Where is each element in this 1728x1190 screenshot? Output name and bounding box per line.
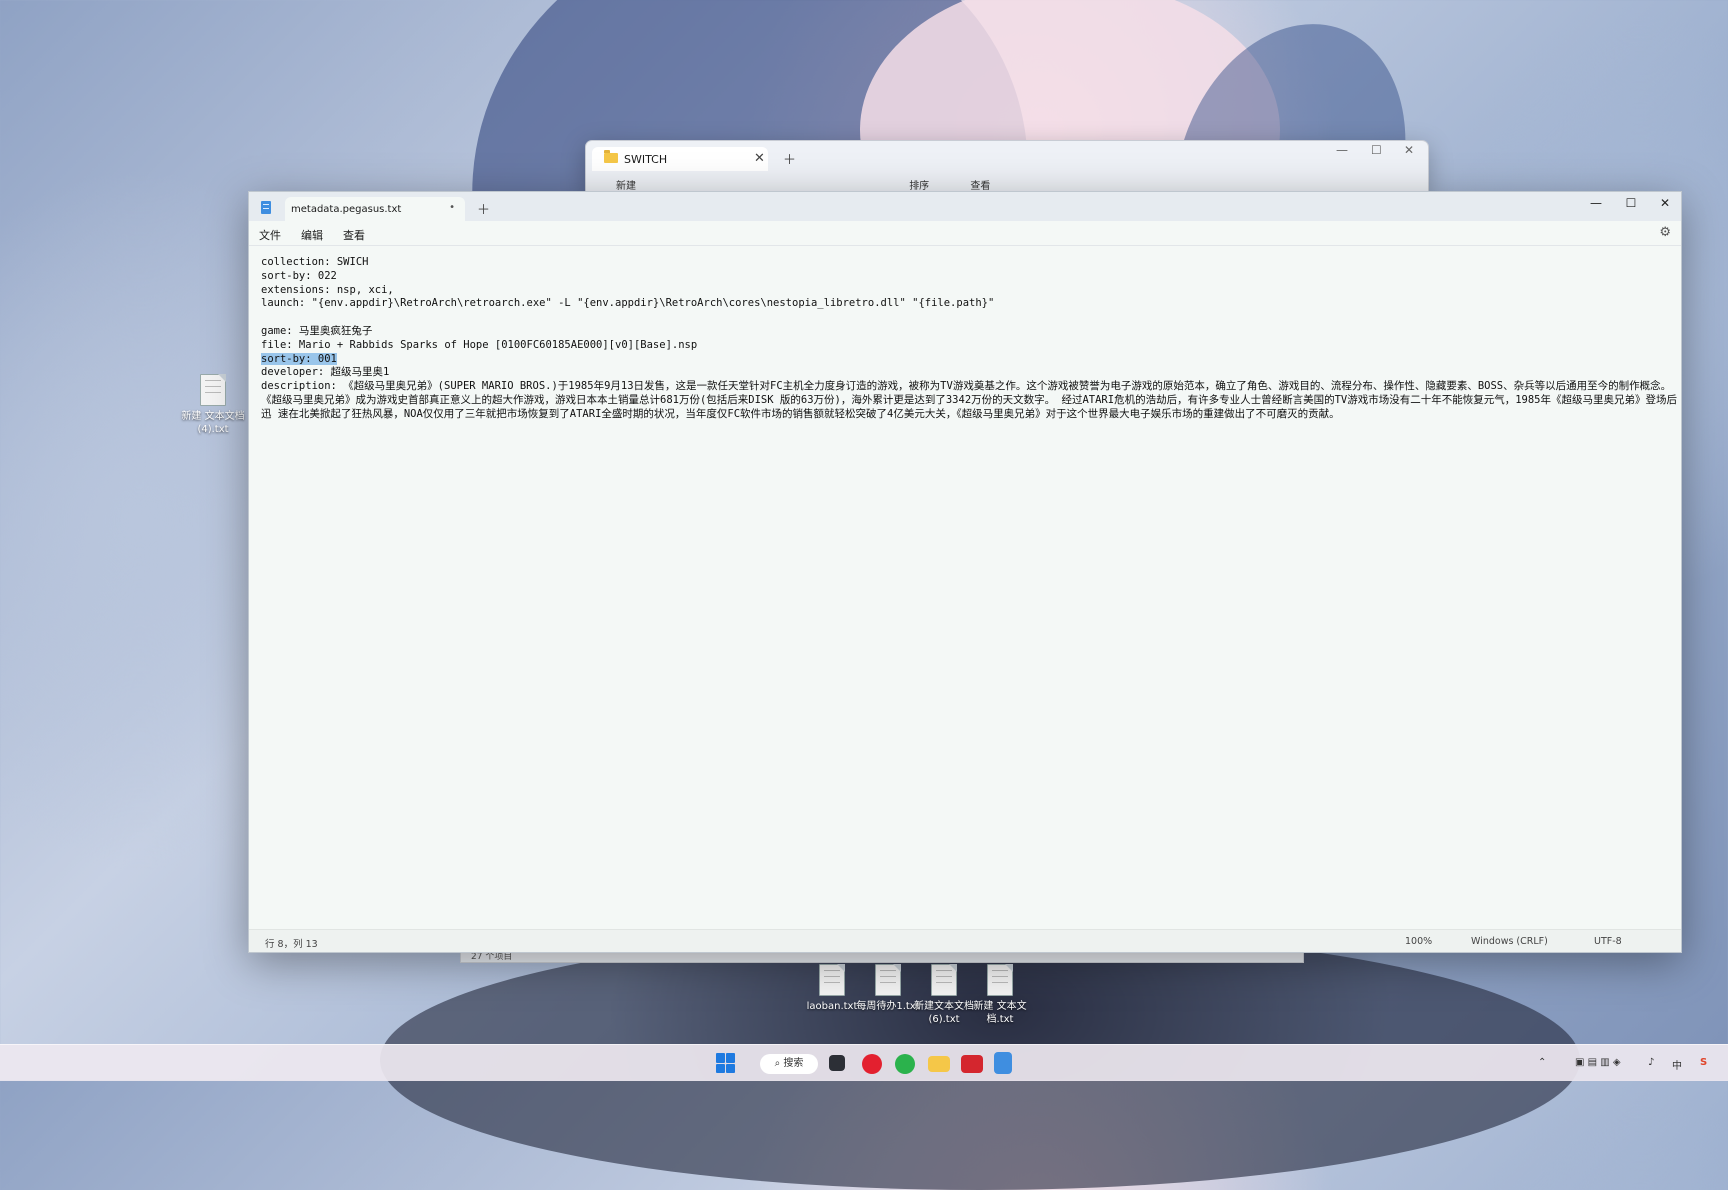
wechat-icon[interactable] (895, 1054, 915, 1074)
line-ending[interactable]: Windows (CRLF) (1471, 936, 1548, 947)
new-tab-button[interactable]: ＋ (783, 149, 796, 168)
close-tab-icon[interactable]: ✕ (754, 151, 765, 166)
text-line: launch: "{env.appdir}\RetroArch\retroarc… (261, 297, 995, 310)
text-line: collection: SWICH (261, 256, 369, 268)
task-view-icon[interactable] (829, 1055, 845, 1071)
text-line: file: Mario + Rabbids Sparks of Hope [01… (261, 338, 698, 351)
search-label: 搜索 (783, 1058, 804, 1069)
text-line: game: 马里奥疯狂兔子 (261, 324, 373, 337)
selected-text: sort-by: 001 (261, 352, 337, 365)
explorer-tab[interactable]: SWITCH ✕ (592, 147, 768, 171)
explorer-tab-title: SWITCH (624, 153, 668, 166)
status-bar: 行 8，列 13 100% Windows (CRLF) UTF-8 (249, 929, 1681, 952)
notepad-app-icon (261, 201, 271, 214)
text-file-icon (931, 964, 957, 996)
unsaved-indicator[interactable]: • (449, 202, 455, 213)
text-file-icon (987, 964, 1013, 996)
menu-bar: 文件 编辑 查看 ⚙ (249, 221, 1681, 246)
desktop-file-label: 新建 文本文档.txt (973, 1001, 1027, 1025)
settings-gear-icon[interactable]: ⚙ (1659, 225, 1671, 240)
text-file-icon (875, 964, 901, 996)
folder-icon (604, 150, 618, 163)
taskbar-search[interactable]: ⌕ 搜索 (760, 1054, 818, 1074)
video-recorder-icon[interactable] (961, 1055, 983, 1073)
text-line: sort-by: 022 (261, 269, 337, 282)
text-file-icon (200, 374, 226, 406)
menu-edit[interactable]: 编辑 (301, 227, 323, 243)
notepad-taskbar-icon[interactable] (994, 1052, 1012, 1074)
document-tab-title: metadata.pegasus.txt (291, 204, 402, 215)
cursor-position: 行 8，列 13 (265, 939, 318, 950)
notepad-window[interactable]: metadata.pegasus.txt • ＋ — ☐ ✕ 文件 编辑 查看 … (248, 191, 1682, 953)
ime-indicator[interactable]: 中 (1672, 1057, 1682, 1072)
desktop-file-label: 新建 文本文档 (4).txt (181, 411, 245, 435)
menu-file[interactable]: 文件 (259, 227, 281, 243)
text-line-wrapped: description: 《超级马里奥兄弟》(SUPER MARIO BROS.… (261, 380, 1677, 420)
explorer-toolbar: 新建 排序 查看 (600, 177, 990, 192)
windows-start-icon[interactable] (716, 1053, 736, 1073)
tray-chevron-icon[interactable]: ⌃ (1538, 1057, 1546, 1068)
text-line: extensions: nsp, xci, (261, 283, 394, 296)
text-line: developer: 超级马里奥1 (261, 366, 390, 379)
maximize-button[interactable]: ☐ (1371, 143, 1382, 157)
sogou-input-icon[interactable]: S (1700, 1057, 1707, 1068)
close-button[interactable]: ✕ (1655, 196, 1675, 210)
encoding[interactable]: UTF-8 (1594, 936, 1622, 947)
maximize-button[interactable]: ☐ (1621, 196, 1641, 210)
menu-view[interactable]: 查看 (343, 227, 365, 243)
document-tab[interactable]: metadata.pegasus.txt • (285, 197, 465, 221)
file-explorer-icon[interactable] (928, 1056, 950, 1072)
tray-icons[interactable]: ▣ ▤ ▥ ◈ (1575, 1057, 1621, 1068)
zoom-level[interactable]: 100% (1405, 936, 1432, 947)
minimize-button[interactable]: — (1586, 196, 1606, 210)
desktop-file-icon[interactable]: 新建 文本文档.txt (964, 964, 1036, 1026)
taskbar: ⌕ 搜索 ⌃ ▣ ▤ ▥ ◈ ♪ 中 S (0, 1044, 1728, 1081)
microphone-icon[interactable]: ♪ (1648, 1057, 1654, 1068)
opera-browser-icon[interactable] (862, 1054, 882, 1074)
new-tab-button[interactable]: ＋ (477, 199, 490, 218)
title-bar[interactable]: metadata.pegasus.txt • ＋ — ☐ ✕ (249, 192, 1681, 221)
close-button[interactable]: ✕ (1404, 143, 1414, 157)
desktop-file-label: laoban.txt (806, 1001, 858, 1012)
text-file-icon (819, 964, 845, 996)
minimize-button[interactable]: — (1336, 143, 1348, 157)
desktop-file-icon[interactable]: 新建 文本文档 (4).txt (177, 374, 249, 436)
explorer-window[interactable]: SWITCH ✕ ＋ — ☐ ✕ 新建 排序 查看 (585, 140, 1429, 194)
text-editor[interactable]: collection: SWICH sort-by: 022 extension… (261, 256, 1681, 422)
